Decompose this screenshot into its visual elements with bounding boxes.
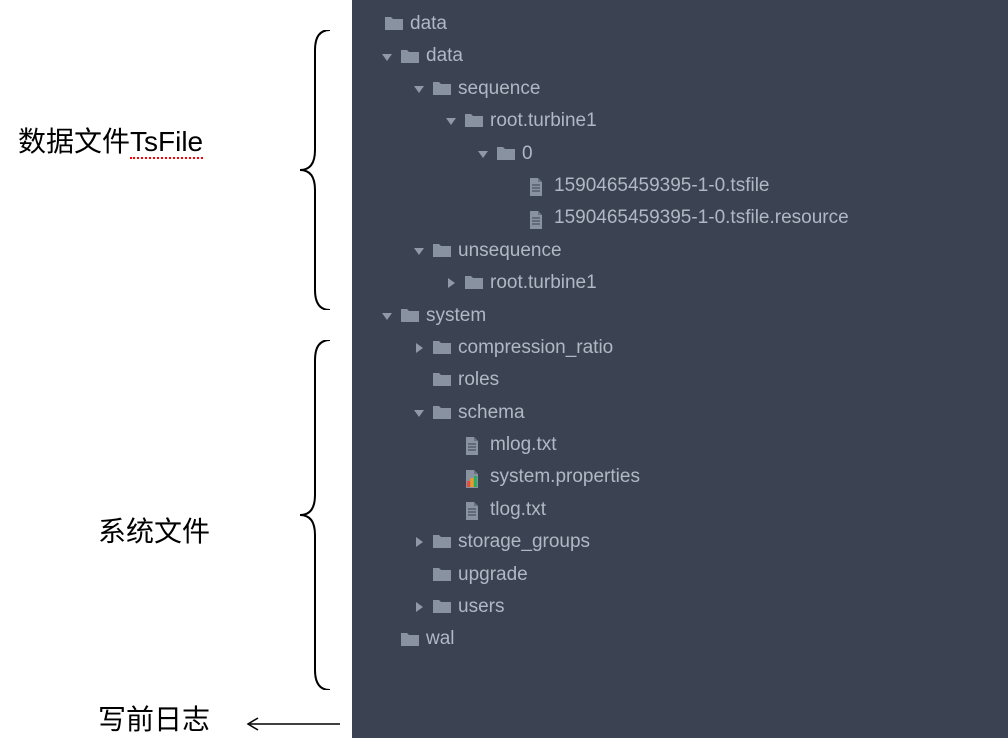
tree-item-label: root.turbine1 — [490, 106, 597, 136]
tree-item-system[interactable]: system — [360, 300, 1008, 332]
folder-icon — [432, 242, 452, 260]
tree-item-root-turbine1[interactable]: root.turbine1 — [360, 267, 1008, 299]
tree-item-1590465459395-1-0-tsfile[interactable]: 1590465459395-1-0.tsfile — [360, 170, 1008, 202]
file-tree[interactable]: datadatasequenceroot.turbine101590465459… — [352, 0, 1008, 738]
folder-icon — [464, 274, 484, 292]
tree-item-roles[interactable]: roles — [360, 364, 1008, 396]
file-icon — [464, 436, 484, 454]
arrow-icon — [240, 714, 340, 734]
tree-item-1590465459395-1-0-tsfile-resource[interactable]: 1590465459395-1-0.tsfile.resource — [360, 202, 1008, 234]
tree-item-system-properties[interactable]: system.properties — [360, 461, 1008, 493]
annotation-tsfile: 数据文件TsFile — [18, 120, 203, 160]
annotation-wal: 写前日志 — [98, 698, 210, 738]
tree-item-label: system — [426, 301, 486, 331]
tree-item-users[interactable]: users — [360, 591, 1008, 623]
tree-item-label: 1590465459395-1-0.tsfile — [554, 171, 770, 201]
chevron-down-icon[interactable] — [380, 309, 394, 323]
file-icon — [464, 501, 484, 519]
tree-item-tlog-txt[interactable]: tlog.txt — [360, 494, 1008, 526]
tree-item-label: users — [458, 592, 504, 622]
folder-icon — [432, 566, 452, 584]
tree-item-wal[interactable]: wal — [360, 623, 1008, 655]
chevron-down-icon[interactable] — [444, 114, 458, 128]
tree-item-schema[interactable]: schema — [360, 397, 1008, 429]
tree-item-label: root.turbine1 — [490, 268, 597, 298]
tree-item-compression-ratio[interactable]: compression_ratio — [360, 332, 1008, 364]
folder-icon — [384, 15, 404, 33]
tree-item-upgrade[interactable]: upgrade — [360, 559, 1008, 591]
file-icon — [528, 177, 548, 195]
folder-icon — [400, 307, 420, 325]
brace-icon — [280, 30, 340, 310]
tree-item-0[interactable]: 0 — [360, 138, 1008, 170]
folder-icon — [432, 533, 452, 551]
annotation-panel: 数据文件TsFile 系统文件 写前日志 — [0, 0, 352, 738]
tree-item-label: upgrade — [458, 560, 528, 590]
folder-icon — [400, 48, 420, 66]
chevron-right-icon[interactable] — [412, 535, 426, 549]
tree-item-label: sequence — [458, 74, 540, 104]
folder-icon — [464, 112, 484, 130]
annotation-system: 系统文件 — [98, 510, 210, 550]
chevron-down-icon[interactable] — [412, 82, 426, 96]
tree-item-label: wal — [426, 624, 455, 654]
chevron-right-icon[interactable] — [412, 341, 426, 355]
chevron-down-icon[interactable] — [412, 244, 426, 258]
tree-item-data[interactable]: data — [360, 40, 1008, 72]
chevron-down-icon[interactable] — [476, 147, 490, 161]
tree-item-label: data — [426, 41, 463, 71]
chevron-down-icon[interactable] — [412, 406, 426, 420]
folder-icon — [432, 80, 452, 98]
tree-item-storage-groups[interactable]: storage_groups — [360, 526, 1008, 558]
brace-icon — [280, 340, 340, 690]
chevron-right-icon[interactable] — [444, 276, 458, 290]
tree-item-label: data — [410, 9, 447, 39]
tree-item-label: 1590465459395-1-0.tsfile.resource — [554, 203, 849, 233]
tree-item-label: roles — [458, 365, 499, 395]
tree-item-label: system.properties — [490, 462, 640, 492]
tree-item-mlog-txt[interactable]: mlog.txt — [360, 429, 1008, 461]
folder-icon — [432, 371, 452, 389]
tree-item-sequence[interactable]: sequence — [360, 73, 1008, 105]
folder-icon — [496, 145, 516, 163]
properties-file-icon — [464, 469, 484, 487]
file-icon — [528, 210, 548, 228]
tree-item-label: unsequence — [458, 236, 562, 266]
tree-item-data[interactable]: data — [360, 8, 1008, 40]
tree-item-label: schema — [458, 398, 525, 428]
tree-item-unsequence[interactable]: unsequence — [360, 235, 1008, 267]
folder-icon — [400, 631, 420, 649]
folder-icon — [432, 339, 452, 357]
tree-item-root-turbine1[interactable]: root.turbine1 — [360, 105, 1008, 137]
tree-item-label: mlog.txt — [490, 430, 557, 460]
tree-item-label: compression_ratio — [458, 333, 613, 363]
chevron-right-icon[interactable] — [412, 600, 426, 614]
folder-icon — [432, 598, 452, 616]
tree-item-label: tlog.txt — [490, 495, 546, 525]
tree-item-label: 0 — [522, 139, 533, 169]
chevron-down-icon[interactable] — [380, 50, 394, 64]
tree-item-label: storage_groups — [458, 527, 590, 557]
folder-icon — [432, 404, 452, 422]
